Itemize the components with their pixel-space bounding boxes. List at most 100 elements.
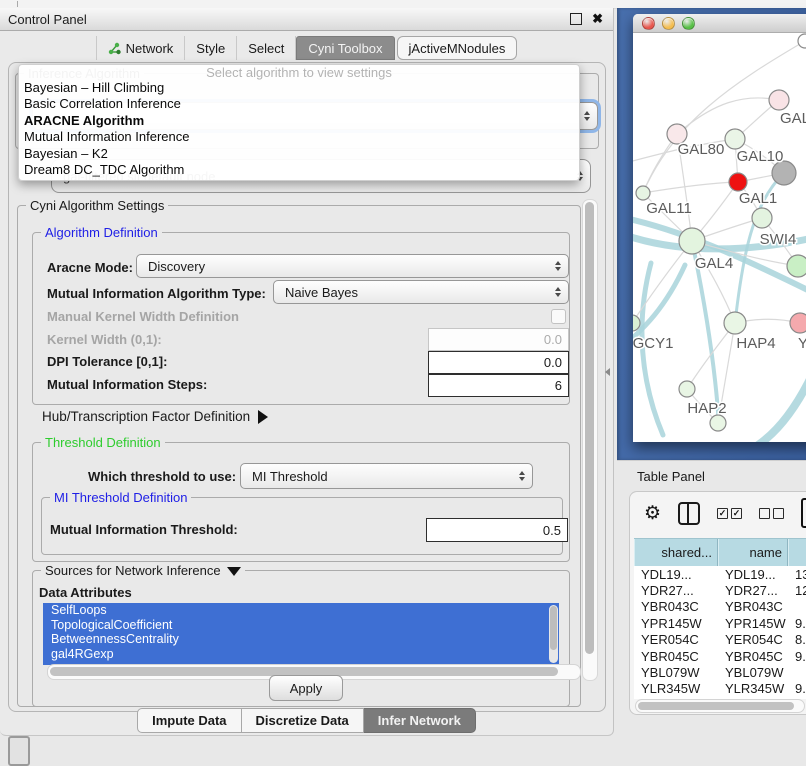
network-edge[interactable] — [643, 182, 738, 193]
mac-close-icon[interactable] — [642, 17, 655, 30]
table-row[interactable]: YPR145WYPR145W9. — [634, 615, 806, 631]
tab-style[interactable]: Style — [185, 36, 237, 60]
table-row[interactable]: YER054CYER054C8. — [634, 632, 806, 648]
mi-steps-label: Mutual Information Steps: — [47, 377, 207, 392]
apply-button[interactable]: Apply — [269, 675, 343, 701]
network-node[interactable] — [729, 173, 747, 191]
hub-definition-toggle[interactable]: Hub/Transcription Factor Definition — [42, 409, 268, 424]
tab-discretize-data[interactable]: Discretize Data — [242, 708, 364, 733]
table-cell: YBR045C — [634, 649, 718, 664]
gear-icon[interactable]: ⚙ — [644, 503, 661, 525]
algorithm-option-bayesian-hill-climbing[interactable]: Bayesian – Hill Climbing — [19, 80, 579, 96]
network-node[interactable] — [790, 313, 806, 333]
network-node[interactable] — [752, 208, 772, 228]
tab-jactivemnodules[interactable]: jActiveMNodules — [397, 36, 518, 60]
mi-type-value: Naive Bayes — [285, 285, 358, 300]
sources-group-title[interactable]: Sources for Network Inference — [41, 563, 245, 578]
node-label-hap4: HAP4 — [736, 335, 775, 352]
network-edge[interactable] — [677, 98, 779, 134]
table-row[interactable]: YBL079WYBL079W — [634, 664, 806, 680]
settings-vertical-scrollbar[interactable] — [582, 199, 598, 681]
close-icon[interactable]: ✖ — [592, 11, 603, 27]
kernel-width-label: Kernel Width (0,1): — [47, 332, 162, 347]
float-window-icon[interactable] — [570, 13, 582, 25]
network-node[interactable] — [679, 228, 705, 254]
column-header-col2[interactable] — [788, 539, 806, 566]
columns-icon[interactable] — [678, 502, 700, 525]
document-icon[interactable] — [801, 498, 806, 528]
scrollbar-thumb[interactable] — [585, 202, 594, 654]
table-row[interactable]: YDR27...YDR27...12 — [634, 582, 806, 598]
expand-right-icon — [258, 410, 268, 424]
network-graph[interactable]: GALGAL80GAL10GAL1GAL11SWI4GAL4GCY1HAP4YH… — [633, 33, 806, 442]
which-threshold-value: MI Threshold — [252, 469, 328, 484]
network-node[interactable] — [787, 255, 806, 277]
table-row[interactable]: YBR045CYBR045C9. — [634, 648, 806, 664]
table-rows[interactable]: YDL19...YDL19...13YDR27...YDR27...12YBR0… — [634, 566, 806, 699]
which-threshold-combo[interactable]: MI Threshold — [240, 463, 533, 489]
mi-threshold-field[interactable]: 0.5 — [426, 518, 568, 542]
table-row[interactable]: YLR345WYLR345W9. — [634, 681, 806, 697]
kernel-width-field[interactable]: 0.0 — [428, 328, 569, 351]
tab-impute-data[interactable]: Impute Data — [137, 708, 241, 733]
combo-spinner-icon — [555, 287, 561, 297]
attribute-item-selfloops[interactable]: SelfLoops — [43, 603, 559, 618]
combo-spinner-icon — [519, 471, 525, 481]
list-scrollbar[interactable] — [549, 605, 558, 663]
attribute-item-gal4rgexp[interactable]: gal4RGexp — [43, 647, 559, 662]
attribute-item-topologicalcoefficient[interactable]: TopologicalCoefficient — [43, 618, 559, 633]
table-row[interactable]: YDL19...YDL19...13 — [634, 566, 806, 582]
table-toolbar: ⚙ ✓✓ — [644, 502, 784, 525]
network-node[interactable] — [769, 90, 789, 110]
splitter-arrow-icon[interactable] — [605, 368, 610, 376]
tab-cyni-toolbox[interactable]: Cyni Toolbox — [296, 36, 394, 60]
aracne-mode-value: Discovery — [148, 259, 205, 274]
cyni-algorithm-settings-title: Cyni Algorithm Settings — [26, 198, 168, 213]
table-header-row[interactable]: shared...name — [634, 538, 806, 567]
table-cell: YBR043C — [634, 599, 718, 614]
algorithm-dropdown-popup: Select algorithm to view settings Bayesi… — [18, 64, 580, 181]
network-node[interactable] — [725, 129, 745, 149]
attribute-item-betweennesscentrality[interactable]: BetweennessCentrality — [43, 632, 559, 647]
table-horizontal-scrollbar[interactable] — [635, 699, 805, 713]
network-node[interactable] — [724, 312, 746, 334]
algorithm-option-bayesian-k2[interactable]: Bayesian – K2 — [19, 146, 579, 162]
table-panel: ⚙ ✓✓ shared...name YDL19...YDL19...13YDR… — [629, 491, 806, 715]
table-cell: YDR27... — [634, 583, 718, 598]
node-label-gal80: GAL80 — [678, 141, 725, 158]
tab-select[interactable]: Select — [237, 36, 296, 60]
algorithm-option-basic-correlation-inference[interactable]: Basic Correlation Inference — [19, 96, 579, 112]
tab-label: jActiveMNodules — [409, 41, 506, 56]
mi-type-combo[interactable]: Naive Bayes — [273, 280, 569, 304]
aracne-mode-combo[interactable]: Discovery — [136, 254, 569, 278]
scrollbar-thumb[interactable] — [638, 702, 794, 710]
network-node[interactable] — [636, 186, 650, 200]
combo-spinner-icon — [555, 261, 561, 271]
network-edge[interactable] — [758, 373, 806, 442]
mac-minimize-icon[interactable] — [662, 17, 675, 30]
network-window-titlebar[interactable] — [633, 14, 806, 33]
node-label-gal4: GAL4 — [695, 255, 733, 272]
mac-zoom-icon[interactable] — [682, 17, 695, 30]
table-row[interactable]: YBR043CYBR043C — [634, 599, 806, 615]
network-canvas[interactable]: GALGAL80GAL10GAL1GAL11SWI4GAL4GCY1HAP4YH… — [633, 33, 806, 442]
manual-kernel-checkbox[interactable] — [551, 309, 566, 324]
node-label-gal: GAL — [780, 110, 806, 127]
network-node[interactable] — [679, 381, 695, 397]
select-all-checkboxes-icon[interactable]: ✓✓ — [717, 508, 742, 519]
tab-network[interactable]: Network — [96, 36, 186, 60]
combo-spinner-icon — [584, 111, 590, 121]
algorithm-option-mutual-information-inference[interactable]: Mutual Information Inference — [19, 129, 579, 145]
dpi-tolerance-field[interactable]: 0.0 — [428, 351, 569, 374]
network-node[interactable] — [710, 415, 726, 431]
mi-steps-field[interactable]: 6 — [428, 374, 569, 397]
column-header-name[interactable]: name — [718, 539, 788, 566]
popup-placeholder: Select algorithm to view settings — [19, 65, 579, 80]
data-attributes-list[interactable]: SelfLoopsTopologicalCoefficientBetweenne… — [43, 603, 559, 665]
algorithm-option-aracne-algorithm[interactable]: ARACNE Algorithm — [19, 113, 579, 129]
algorithm-option-dream8-dc-tdc-algorithm[interactable]: Dream8 DC_TDC Algorithm — [19, 162, 579, 178]
column-header-shared[interactable]: shared... — [634, 539, 718, 566]
tab-infer-network[interactable]: Infer Network — [364, 708, 476, 733]
deselect-all-checkboxes-icon[interactable] — [759, 508, 784, 519]
network-node[interactable] — [798, 34, 806, 48]
